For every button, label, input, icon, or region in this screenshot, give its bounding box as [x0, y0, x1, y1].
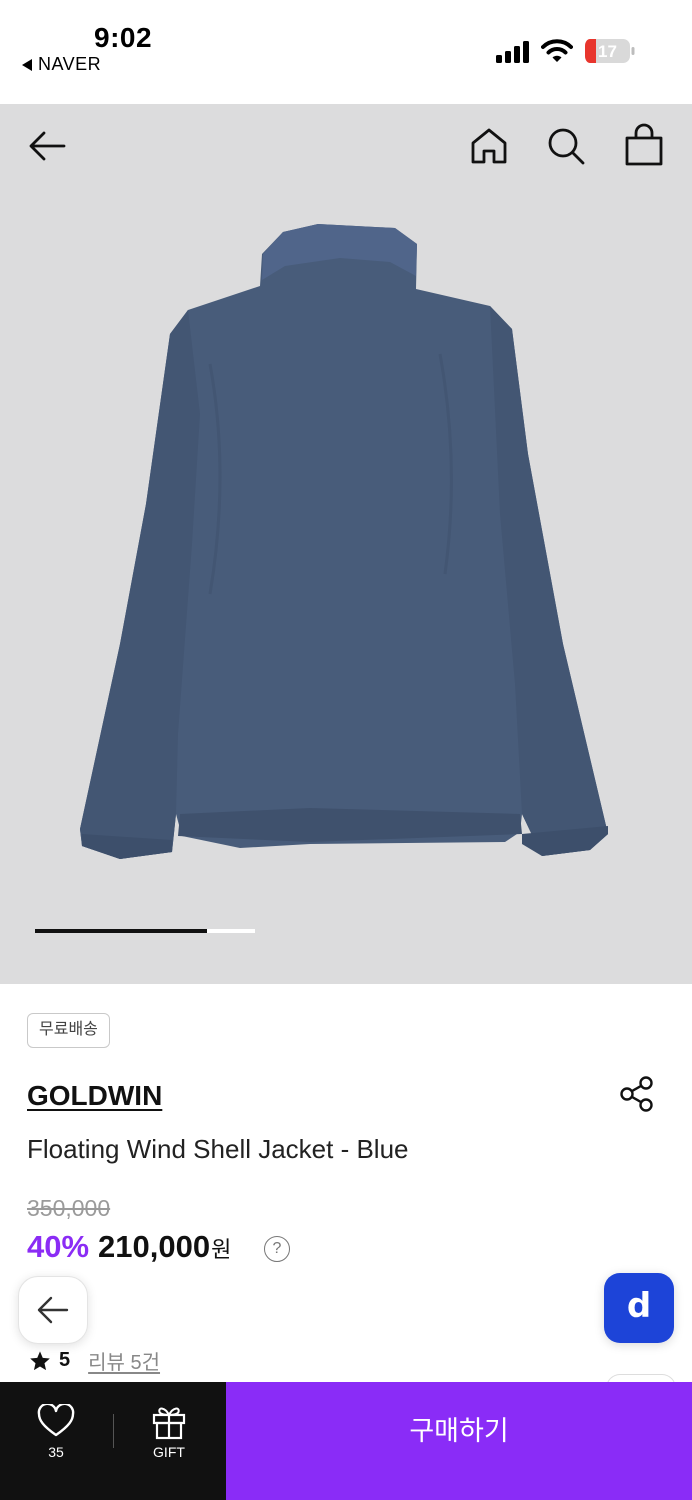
- back-arrow-icon[interactable]: [26, 124, 70, 168]
- discount-rate: 40%: [27, 1229, 90, 1264]
- search-icon[interactable]: [545, 124, 587, 168]
- like-button[interactable]: 35: [18, 1404, 94, 1464]
- like-count: 35: [48, 1444, 64, 1460]
- floating-back-button[interactable]: [18, 1276, 88, 1344]
- divider: [113, 1414, 114, 1448]
- price-row: 40% 210,000 원: [27, 1229, 231, 1265]
- back-triangle-icon: [22, 58, 32, 71]
- floating-d-button[interactable]: d: [604, 1273, 674, 1343]
- star-icon: [30, 1350, 50, 1370]
- status-bar: 9:02 NAVER 17: [0, 0, 692, 104]
- product-image-carousel[interactable]: [0, 104, 692, 984]
- bottom-left-panel: 35 GIFT: [0, 1382, 226, 1500]
- heart-icon: [37, 1404, 75, 1437]
- sale-price: 210,000: [98, 1229, 211, 1264]
- shopping-bag-icon[interactable]: [622, 122, 666, 168]
- back-arrow-icon: [37, 1296, 69, 1324]
- cellular-signal-icon: [496, 41, 529, 63]
- gift-label: GIFT: [153, 1444, 185, 1460]
- product-name: Floating Wind Shell Jacket - Blue: [27, 1134, 409, 1164]
- bottom-action-bar: 35 GIFT 구매하기: [0, 1382, 692, 1500]
- share-icon[interactable]: [619, 1075, 655, 1113]
- status-time: 9:02: [94, 22, 153, 53]
- battery-level: 17: [598, 42, 617, 61]
- wifi-icon: [541, 39, 573, 62]
- buy-button[interactable]: 구매하기: [226, 1382, 692, 1500]
- brand-link[interactable]: GOLDWIN: [27, 1080, 162, 1112]
- gift-button[interactable]: GIFT: [134, 1404, 204, 1464]
- carousel-progress-fill: [35, 929, 207, 933]
- back-app-label: NAVER: [38, 54, 102, 74]
- carousel-progress-indicator: [35, 929, 255, 933]
- review-count-link[interactable]: 리뷰 5건: [88, 1346, 160, 1375]
- battery-icon: 17: [585, 39, 635, 63]
- rating-value: 5: [59, 1349, 71, 1371]
- d-logo-icon: d: [626, 1286, 652, 1326]
- rating-row: 5 리뷰 5건: [29, 1346, 160, 1375]
- gift-icon: [152, 1407, 186, 1440]
- free-shipping-badge: 무료배송: [27, 1013, 110, 1048]
- original-price: 350,000: [27, 1195, 111, 1221]
- home-icon[interactable]: [468, 124, 510, 168]
- currency-unit: 원: [211, 1237, 232, 1262]
- price-info-icon[interactable]: ?: [264, 1236, 290, 1262]
- back-to-app-button[interactable]: NAVER: [22, 54, 101, 75]
- jacket-image: [80, 224, 608, 859]
